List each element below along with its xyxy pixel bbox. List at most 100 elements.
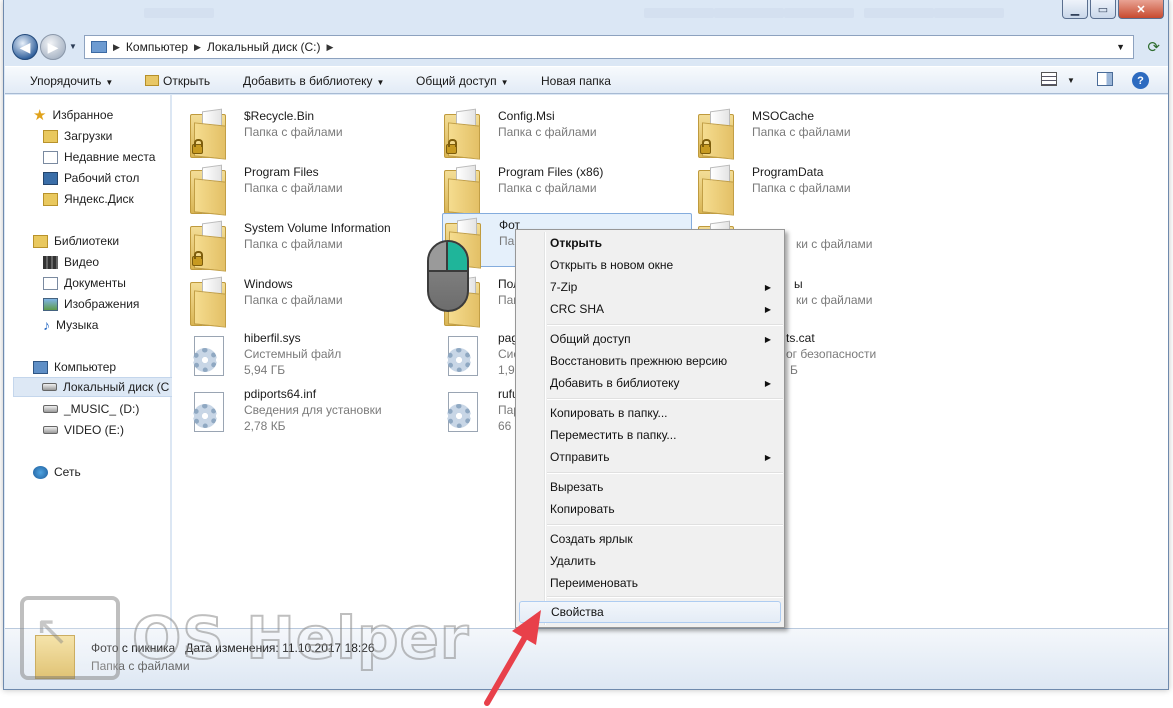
- sidebar-label: Сеть: [54, 465, 81, 479]
- system-file-icon: [444, 332, 480, 380]
- file-type: Папка с файлами: [244, 237, 343, 251]
- sidebar-item-documents[interactable]: Документы: [43, 273, 126, 293]
- back-button[interactable]: ◀: [12, 34, 38, 60]
- sidebar-item-video-drive[interactable]: VIDEO (E:): [43, 420, 124, 440]
- system-file-icon: [190, 332, 226, 380]
- sidebar-label: VIDEO (E:): [64, 423, 125, 437]
- menu-label: Отправить: [550, 450, 610, 464]
- menu-item-cut[interactable]: Вырезать: [519, 476, 781, 498]
- file-item-hiberfil[interactable]: hiberfil.sys Системный файл 5,94 ГБ: [172, 327, 422, 381]
- chevron-down-icon: ▼: [376, 78, 385, 87]
- menu-item-7zip[interactable]: 7-Zip ▶: [519, 276, 781, 298]
- sidebar-item-recent[interactable]: Недавние места: [43, 147, 155, 167]
- sidebar-label: Изображения: [64, 297, 140, 311]
- sidebar-label: Рабочий стол: [64, 171, 140, 185]
- watermark-logo: ↖ OS Helper: [20, 596, 470, 680]
- menu-item-open-new-window[interactable]: Открыть в новом окне: [519, 254, 781, 276]
- sidebar-label: Библиотеки: [54, 234, 120, 248]
- breadcrumb-local-disk[interactable]: Локальный диск (C:): [207, 40, 321, 54]
- sidebar-item-images[interactable]: Изображения: [43, 294, 139, 314]
- organize-button[interactable]: Упорядочить ▼: [30, 74, 113, 88]
- documents-icon: [43, 276, 58, 290]
- file-name: ы: [794, 277, 803, 291]
- right-click-mouse-icon: [427, 240, 469, 312]
- menu-item-copy-to-folder[interactable]: Копировать в папку...: [519, 402, 781, 424]
- sidebar-item-desktop[interactable]: Рабочий стол: [43, 168, 139, 188]
- help-icon[interactable]: ?: [1132, 72, 1149, 89]
- chevron-down-icon[interactable]: ▼: [1067, 76, 1075, 85]
- open-button[interactable]: Открыть: [145, 74, 210, 88]
- sidebar-item-downloads[interactable]: Загрузки: [43, 126, 112, 146]
- forward-button[interactable]: ▶: [40, 34, 66, 60]
- minimize-button[interactable]: ▁: [1062, 0, 1088, 19]
- sidebar-label: Видео: [64, 255, 100, 269]
- view-options-icon[interactable]: [1041, 72, 1057, 86]
- folder-item-config-msi[interactable]: Config.Msi Папка с файлами: [426, 105, 676, 160]
- close-button[interactable]: ✕: [1118, 0, 1164, 19]
- sidebar-item-favorites[interactable]: ★ Избранное: [33, 105, 113, 125]
- computer-icon: [33, 360, 48, 374]
- recent-pages-dropdown-icon[interactable]: ▼: [69, 42, 77, 51]
- file-name: Program Files (x86): [498, 165, 604, 179]
- breadcrumb-computer[interactable]: Компьютер: [126, 40, 188, 54]
- file-type: Папка с файлами: [752, 125, 851, 139]
- folder-item-program-files[interactable]: Program Files Папка с файлами: [172, 161, 422, 216]
- address-dropdown-icon[interactable]: ▼: [1116, 42, 1125, 52]
- drive-icon: [43, 426, 58, 434]
- sidebar-item-music-drive[interactable]: _MUSIC_ (D:): [43, 399, 139, 419]
- folder-item-recycle-bin[interactable]: $Recycle.Bin Папка с файлами: [172, 105, 422, 160]
- sidebar-item-music[interactable]: ♪ Музыка: [43, 315, 98, 335]
- chevron-right-icon[interactable]: ▶: [194, 42, 201, 53]
- file-type: Папка с файлами: [498, 181, 597, 195]
- lock-icon: [192, 251, 203, 266]
- folder-icon: [43, 192, 58, 206]
- file-size: 5,94 ГБ: [244, 363, 286, 377]
- menu-item-open[interactable]: Открыть: [519, 232, 781, 254]
- menu-item-send-to[interactable]: Отправить ▶: [519, 446, 781, 468]
- folder-item-msocache[interactable]: MSOCache Папка с файлами: [680, 105, 930, 160]
- address-bar: ◀ ▶ ▼ ▶ Компьютер ▶ Локальный диск (C:) …: [12, 34, 1164, 60]
- menu-item-rename[interactable]: Переименовать: [519, 572, 781, 594]
- sidebar-item-computer[interactable]: Компьютер: [33, 357, 116, 377]
- menu-item-copy[interactable]: Копировать: [519, 498, 781, 520]
- file-name: ProgramData: [752, 165, 824, 179]
- lock-icon: [446, 139, 457, 154]
- submenu-arrow-icon: ▶: [764, 452, 771, 462]
- sidebar-item-libraries[interactable]: Библиотеки: [33, 231, 119, 251]
- menu-item-move-to-folder[interactable]: Переместить в папку...: [519, 424, 781, 446]
- menu-item-create-shortcut[interactable]: Создать ярлык: [519, 528, 781, 550]
- sidebar-item-yandex-disk[interactable]: Яндекс.Диск: [43, 189, 134, 209]
- folder-item-programdata[interactable]: ProgramData Папка с файлами: [680, 161, 930, 216]
- sidebar-item-video[interactable]: Видео: [43, 252, 99, 272]
- folder-item-windows[interactable]: Windows Папка с файлами: [172, 273, 422, 328]
- add-to-library-button[interactable]: Добавить в библиотеку ▼: [243, 74, 384, 88]
- recent-places-icon: [43, 150, 58, 164]
- sidebar-item-network[interactable]: Сеть: [33, 462, 81, 482]
- command-bar: Упорядочить ▼ Открыть Добавить в библиоте…: [5, 66, 1168, 94]
- menu-item-restore-previous-version[interactable]: Восстановить прежнюю версию: [519, 350, 781, 372]
- new-folder-button[interactable]: Новая папка: [541, 74, 611, 88]
- file-name: Program Files: [244, 165, 319, 179]
- folder-icon: [145, 75, 159, 86]
- menu-item-delete[interactable]: Удалить: [519, 550, 781, 572]
- file-type: Системный файл: [244, 347, 342, 361]
- address-field[interactable]: ▶ Компьютер ▶ Локальный диск (C:) ▶ ▼: [84, 35, 1134, 59]
- share-button[interactable]: Общий доступ ▼: [416, 74, 509, 88]
- gear-icon: [447, 348, 471, 372]
- menu-item-share[interactable]: Общий доступ ▶: [519, 328, 781, 350]
- refresh-icon[interactable]: ⟳: [1147, 38, 1160, 56]
- menu-item-add-to-library[interactable]: Добавить в библиотеку ▶: [519, 372, 781, 394]
- file-item-pdiports64[interactable]: pdiports64.inf Сведения для установки 2,…: [172, 383, 422, 437]
- sidebar-item-local-disk[interactable]: Локальный диск (C: [13, 377, 179, 397]
- folder-item-system-volume-information[interactable]: System Volume Information Папка с файлам…: [172, 217, 422, 272]
- menu-item-crc-sha[interactable]: CRC SHA ▶: [519, 298, 781, 320]
- computer-icon: [91, 41, 107, 53]
- chevron-right-icon[interactable]: ▶: [327, 42, 334, 53]
- preview-pane-icon[interactable]: [1097, 72, 1113, 86]
- folder-item-program-files-x86[interactable]: Program Files (x86) Папка с файлами: [426, 161, 676, 216]
- menu-item-properties[interactable]: Свойства: [519, 601, 781, 623]
- maximize-button[interactable]: ▭: [1090, 0, 1116, 19]
- open-label: Открыть: [163, 74, 211, 88]
- chevron-right-icon[interactable]: ▶: [113, 42, 120, 53]
- menu-separator: [547, 472, 783, 474]
